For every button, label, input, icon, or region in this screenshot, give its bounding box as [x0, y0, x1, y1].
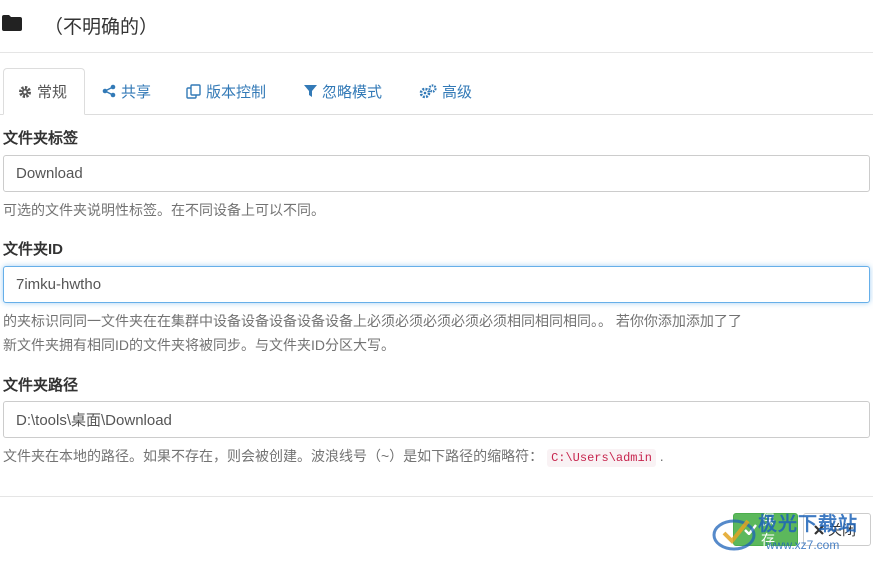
folder-label-help: 可选的文件夹说明性标签。在不同设备上可以不同。 [3, 202, 325, 218]
save-button[interactable]: 保存 [733, 512, 798, 548]
tab-bar: 常规 共享 版本控制 忽略模式 高级 [0, 68, 873, 115]
tab-sharing-label: 共享 [121, 83, 152, 101]
folder-path-help-end: . [659, 448, 664, 464]
folder-id-title: 文件夹ID [3, 241, 64, 258]
footer-divider [0, 496, 873, 497]
close-icon [814, 522, 824, 538]
tab-ignore-patterns-label: 忽略模式 [322, 83, 383, 101]
folder-id-help-line2: 新文件夹拥有相同ID的文件夹将被同步。与文件夹ID分区大写。 [3, 337, 395, 353]
save-button-label: 保存 [761, 511, 775, 548]
folder-path-title: 文件夹路径 [3, 377, 79, 394]
check-icon [744, 522, 757, 538]
filter-icon [304, 84, 317, 98]
tab-advanced[interactable]: 高级 [405, 68, 490, 114]
tab-versioning-label: 版本控制 [206, 83, 267, 101]
tab-advanced-label: 高级 [442, 83, 473, 101]
folder-path-input[interactable] [3, 401, 870, 438]
folder-header: （不明确的） [0, 0, 873, 53]
tab-versioning[interactable]: 版本控制 [172, 68, 287, 114]
folder-icon [2, 15, 22, 31]
folder-path-help: 文件夹在本地的路径。如果不存在，则会被创建。波浪线号（~）是如下路径的缩略符： … [3, 444, 869, 470]
copy-icon [186, 83, 201, 99]
folder-id-help-line1: 的夹标识同同一文件夹在在集群中设备设备设备设备设备上必须必须必须必须必须相同相同… [3, 313, 742, 329]
close-button-label: 关闭 [828, 521, 856, 538]
close-button[interactable]: 关闭 [803, 513, 871, 546]
folder-label-title: 文件夹标签 [3, 130, 79, 147]
tab-general-label: 常规 [37, 84, 68, 101]
gear-icon [18, 85, 32, 99]
tab-ignore-patterns[interactable]: 忽略模式 [290, 68, 402, 114]
share-icon [102, 84, 116, 98]
folder-title: （不明确的） [44, 17, 159, 38]
home-path-code: C:\Users\admin [547, 449, 656, 467]
folder-id-input[interactable] [3, 266, 870, 303]
gears-icon [419, 83, 437, 99]
folder-label-input[interactable] [3, 155, 870, 192]
folder-path-help-text: 文件夹在本地的路径。如果不存在，则会被创建。波浪线号（~）是如下路径的缩略符： [3, 448, 544, 464]
tab-sharing[interactable]: 共享 [88, 68, 168, 114]
tab-general[interactable]: 常规 [3, 68, 85, 115]
